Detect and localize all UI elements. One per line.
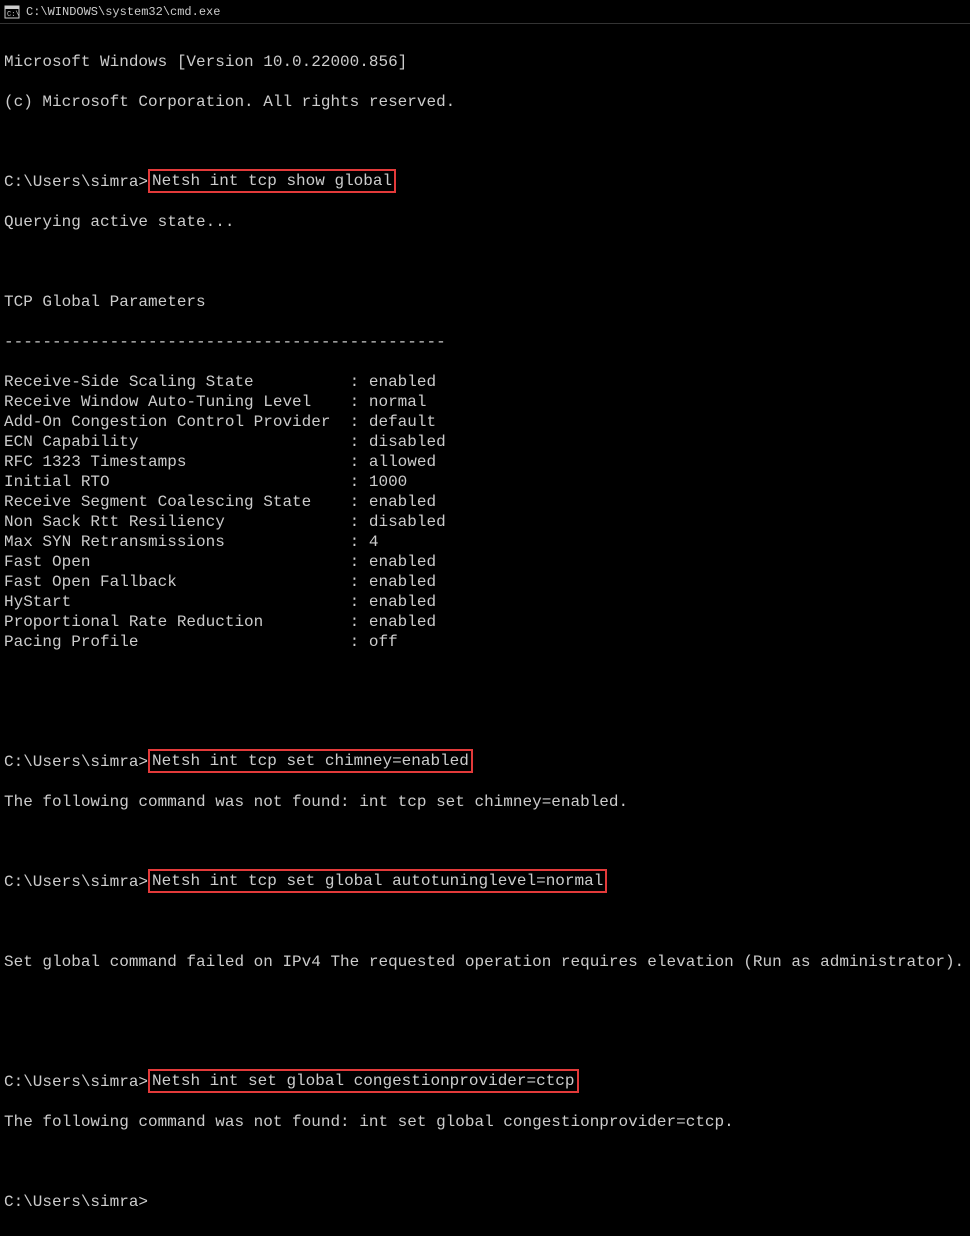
param-label: Initial RTO : (4, 473, 369, 491)
blank-line (4, 912, 966, 932)
blank-line (4, 992, 966, 1012)
prompt-line-4: C:\Users\simra>Netsh int set global cong… (4, 1072, 966, 1092)
output-line-3: Set global command failed on IPv4 The re… (4, 952, 966, 972)
terminal-output[interactable]: Microsoft Windows [Version 10.0.22000.85… (0, 24, 970, 1236)
prompt-line-3: C:\Users\simra>Netsh int tcp set global … (4, 872, 966, 892)
param-value: 1000 (369, 473, 407, 491)
param-row: HyStart : enabled (4, 592, 966, 612)
param-label: Fast Open Fallback : (4, 573, 369, 591)
prompt: C:\Users\simra> (4, 1192, 148, 1212)
param-label: Max SYN Retransmissions : (4, 533, 369, 551)
blank-line (4, 1152, 966, 1172)
blank-line (4, 1032, 966, 1052)
param-value: enabled (369, 493, 436, 511)
param-label: Receive Window Auto-Tuning Level : (4, 393, 369, 411)
param-value: allowed (369, 453, 436, 471)
param-row: Max SYN Retransmissions : 4 (4, 532, 966, 552)
param-row: Receive-Side Scaling State : enabled (4, 372, 966, 392)
param-row: Non Sack Rtt Resiliency : disabled (4, 512, 966, 532)
param-label: Non Sack Rtt Resiliency : (4, 513, 369, 531)
prompt: C:\Users\simra> (4, 172, 148, 192)
param-row: Fast Open Fallback : enabled (4, 572, 966, 592)
param-label: Proportional Rate Reduction : (4, 613, 369, 631)
querying-line: Querying active state... (4, 212, 966, 232)
command-highlight-3: Netsh int tcp set global autotuninglevel… (148, 869, 607, 893)
cmd-icon: C:\ (4, 4, 20, 20)
params-list: Receive-Side Scaling State : enabledRece… (4, 372, 966, 652)
param-row: Proportional Rate Reduction : enabled (4, 612, 966, 632)
command-highlight-2: Netsh int tcp set chimney=enabled (148, 749, 473, 773)
param-value: enabled (369, 373, 436, 391)
blank-line (4, 132, 966, 152)
param-label: Receive-Side Scaling State : (4, 373, 369, 391)
param-value: enabled (369, 573, 436, 591)
blank-line (4, 672, 966, 692)
svg-text:C:\: C:\ (7, 11, 20, 19)
version-line: Microsoft Windows [Version 10.0.22000.85… (4, 52, 966, 72)
prompt-line-5: C:\Users\simra> (4, 1192, 966, 1212)
param-value: 4 (369, 533, 379, 551)
param-value: off (369, 633, 398, 651)
param-value: normal (369, 393, 427, 411)
param-label: Fast Open : (4, 553, 369, 571)
param-value: default (369, 413, 436, 431)
prompt: C:\Users\simra> (4, 1072, 148, 1092)
copyright-line: (c) Microsoft Corporation. All rights re… (4, 92, 966, 112)
blank-line (4, 252, 966, 272)
param-value: disabled (369, 513, 446, 531)
param-value: disabled (369, 433, 446, 451)
command-highlight-1: Netsh int tcp show global (148, 169, 396, 193)
blank-line (4, 712, 966, 732)
param-label: Receive Segment Coalescing State : (4, 493, 369, 511)
prompt: C:\Users\simra> (4, 872, 148, 892)
output-line-2: The following command was not found: int… (4, 792, 966, 812)
params-title: TCP Global Parameters (4, 292, 966, 312)
prompt-line-2: C:\Users\simra>Netsh int tcp set chimney… (4, 752, 966, 772)
prompt: C:\Users\simra> (4, 752, 148, 772)
param-row: RFC 1323 Timestamps : allowed (4, 452, 966, 472)
param-value: enabled (369, 553, 436, 571)
param-row: Initial RTO : 1000 (4, 472, 966, 492)
param-row: ECN Capability : disabled (4, 432, 966, 452)
prompt-line-1: C:\Users\simra>Netsh int tcp show global (4, 172, 966, 192)
blank-line (4, 832, 966, 852)
param-label: RFC 1323 Timestamps : (4, 453, 369, 471)
param-value: enabled (369, 613, 436, 631)
titlebar: C:\ C:\WINDOWS\system32\cmd.exe (0, 0, 970, 24)
titlebar-text: C:\WINDOWS\system32\cmd.exe (26, 5, 220, 19)
param-label: Pacing Profile : (4, 633, 369, 651)
param-row: Receive Window Auto-Tuning Level : norma… (4, 392, 966, 412)
param-label: Add-On Congestion Control Provider : (4, 413, 369, 431)
param-row: Add-On Congestion Control Provider : def… (4, 412, 966, 432)
param-label: HyStart : (4, 593, 369, 611)
command-highlight-4: Netsh int set global congestionprovider=… (148, 1069, 578, 1093)
separator-line: ----------------------------------------… (4, 332, 966, 352)
param-label: ECN Capability : (4, 433, 369, 451)
param-value: enabled (369, 593, 436, 611)
param-row: Pacing Profile : off (4, 632, 966, 652)
param-row: Fast Open : enabled (4, 552, 966, 572)
output-line-4: The following command was not found: int… (4, 1112, 966, 1132)
param-row: Receive Segment Coalescing State : enabl… (4, 492, 966, 512)
